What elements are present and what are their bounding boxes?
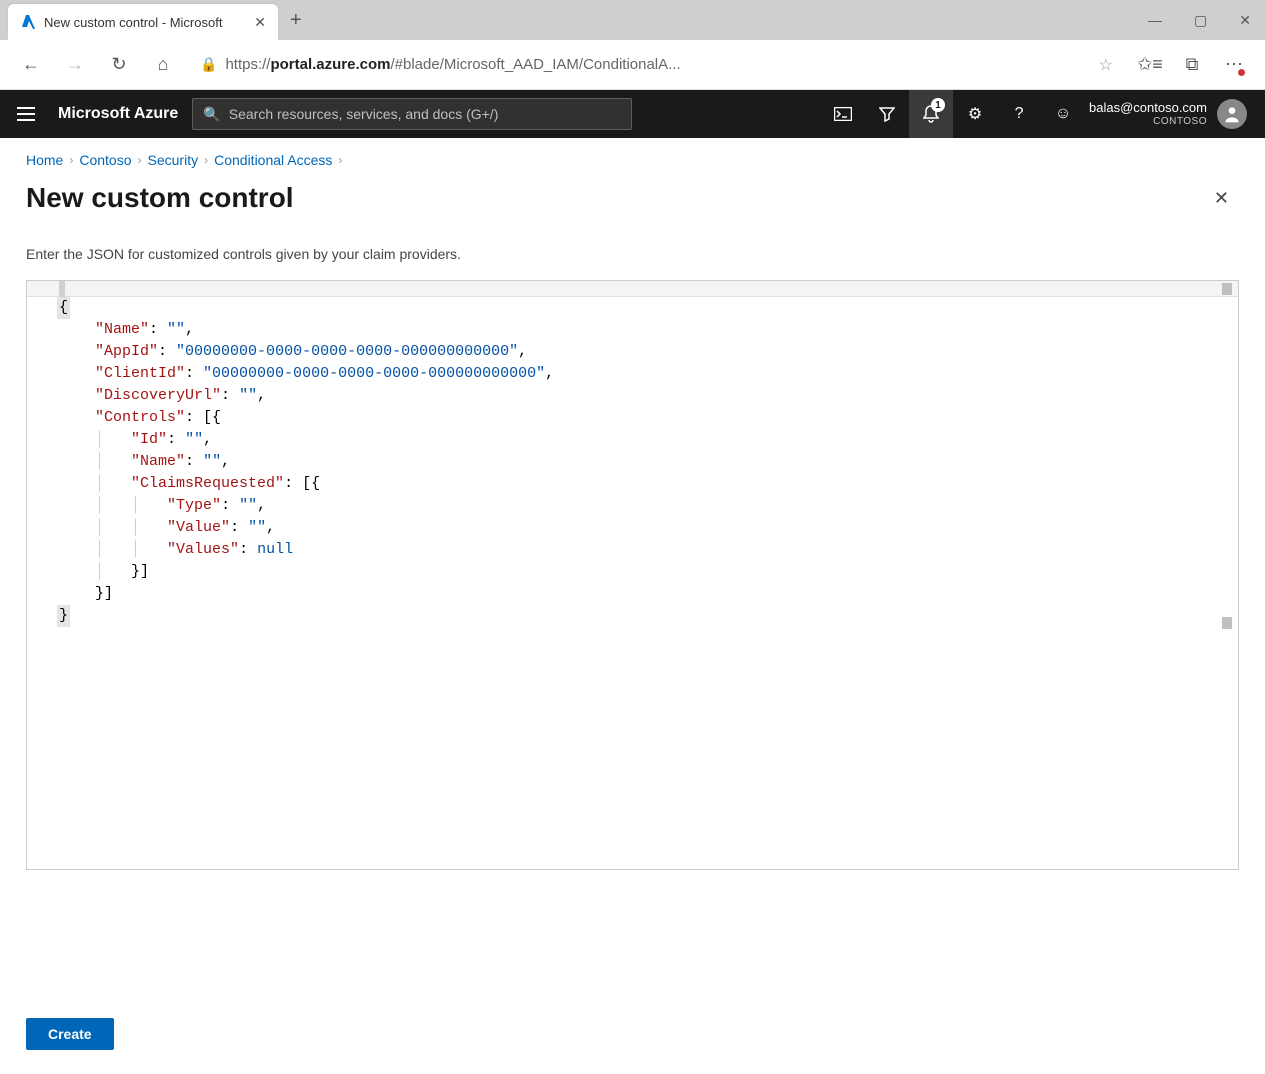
feedback-smiley-icon[interactable]: ☺ (1041, 90, 1085, 138)
window-minimize-button[interactable]: — (1148, 12, 1162, 28)
settings-gear-icon[interactable]: ⚙ (953, 90, 997, 138)
browser-tab-title: New custom control - Microsoft (44, 15, 246, 30)
close-blade-icon[interactable]: ✕ (1204, 184, 1239, 213)
chevron-right-icon: › (204, 153, 208, 167)
browser-tab[interactable]: New custom control - Microsoft ✕ (8, 4, 278, 40)
home-button[interactable]: ⌂ (146, 48, 180, 82)
notification-badge: 1 (931, 98, 945, 112)
breadcrumb-contoso[interactable]: Contoso (79, 152, 131, 168)
help-icon[interactable]: ? (997, 90, 1041, 138)
azure-portal-header: Microsoft Azure 🔍 1 ⚙ ? ☺ balas@contoso.… (0, 90, 1265, 138)
json-editor[interactable]: { "Name": "", "AppId": "00000000-0000-00… (26, 280, 1239, 870)
tab-close-icon[interactable]: ✕ (254, 14, 266, 31)
azure-brand[interactable]: Microsoft Azure (58, 105, 178, 123)
account-tenant: CONTOSO (1089, 116, 1207, 127)
favorites-list-icon[interactable]: ✩≡ (1133, 48, 1167, 82)
breadcrumb-security[interactable]: Security (148, 152, 199, 168)
directory-filter-icon[interactable] (865, 90, 909, 138)
avatar-icon (1217, 99, 1247, 129)
collections-icon[interactable]: ⧉ (1175, 48, 1209, 82)
cloud-shell-icon[interactable] (821, 90, 865, 138)
back-button[interactable]: ← (14, 48, 48, 82)
search-icon: 🔍 (203, 106, 220, 123)
chevron-right-icon: › (69, 153, 73, 167)
forward-button: → (58, 48, 92, 82)
notifications-icon[interactable]: 1 (909, 90, 953, 138)
breadcrumb-conditional-access[interactable]: Conditional Access (214, 152, 332, 168)
window-maximize-button[interactable]: ▢ (1194, 12, 1207, 29)
url-field[interactable]: 🔒 https://portal.azure.com/#blade/Micros… (190, 48, 1123, 82)
editor-scrollbar-handle[interactable] (1222, 617, 1232, 629)
browser-tab-strip: New custom control - Microsoft ✕ + (0, 0, 1265, 40)
create-button[interactable]: Create (26, 1018, 114, 1050)
account-email: balas@contoso.com (1089, 101, 1207, 115)
breadcrumb-home[interactable]: Home (26, 152, 63, 168)
chevron-right-icon: › (138, 153, 142, 167)
new-tab-button[interactable]: + (290, 10, 302, 30)
browser-more-icon[interactable]: ⋯ (1217, 48, 1251, 82)
refresh-button[interactable]: ↻ (102, 48, 136, 82)
favorite-star-icon[interactable]: ☆ (1099, 55, 1113, 75)
browser-window-chrome: — ▢ ✕ New custom control - Microsoft ✕ + (0, 0, 1265, 40)
lock-icon: 🔒 (200, 56, 217, 73)
chevron-right-icon: › (338, 153, 342, 167)
editor-top-gutter (27, 281, 1238, 297)
breadcrumb: Home › Contoso › Security › Conditional Acc… (26, 152, 1239, 168)
window-close-button[interactable]: ✕ (1239, 12, 1251, 29)
url-text: https://portal.azure.com/#blade/Microsof… (225, 56, 680, 73)
json-editor-body[interactable]: { "Name": "", "AppId": "00000000-0000-00… (27, 297, 1238, 869)
page-title: New custom control (26, 182, 294, 214)
page-description: Enter the JSON for customized controls g… (26, 246, 1239, 262)
azure-favicon-icon (20, 14, 36, 30)
hamburger-menu-icon[interactable] (14, 102, 38, 126)
global-search-box[interactable]: 🔍 (192, 98, 632, 130)
account-menu[interactable]: balas@contoso.com CONTOSO (1089, 99, 1251, 129)
browser-address-bar: ← → ↻ ⌂ 🔒 https://portal.azure.com/#blad… (0, 40, 1265, 90)
global-search-input[interactable] (229, 106, 622, 122)
